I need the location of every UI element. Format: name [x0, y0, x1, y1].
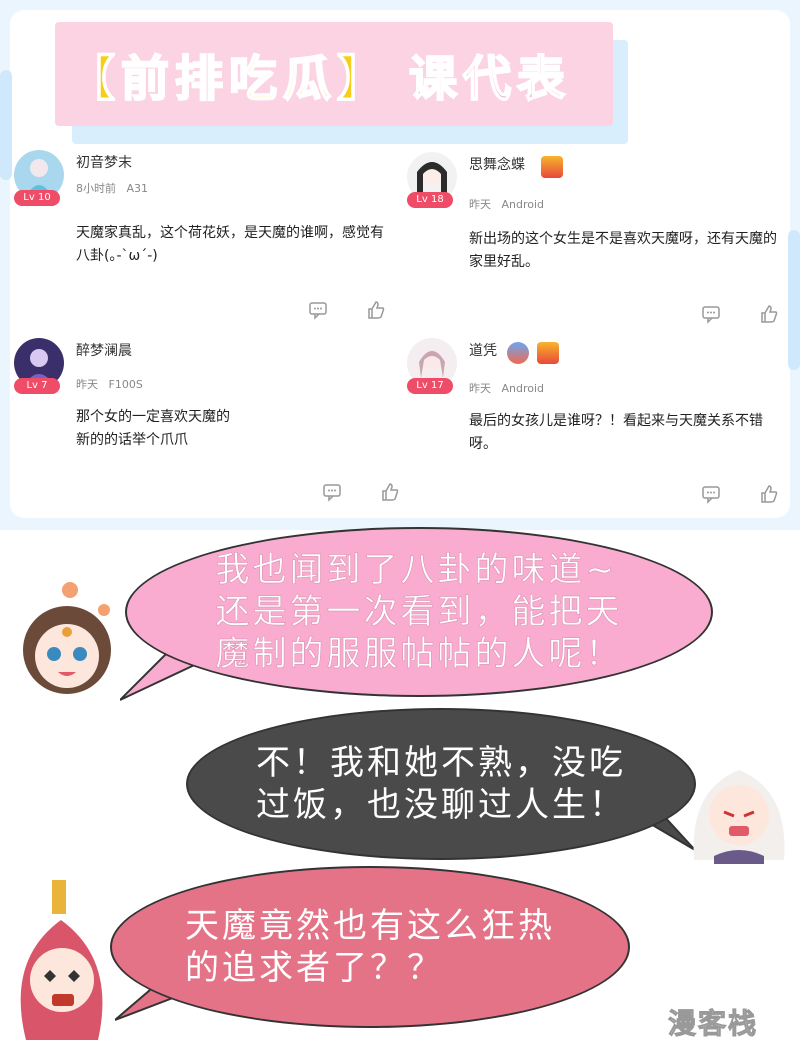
- username[interactable]: 道凭: [469, 340, 497, 360]
- fan-badge: [507, 342, 529, 364]
- comment-text: 最后的女孩儿是谁呀？！看起来与天魔关系不错呀。: [469, 413, 763, 452]
- reply-icon[interactable]: [701, 304, 721, 324]
- level-badge: Lv 7: [14, 378, 60, 394]
- side-decoration: [0, 70, 12, 180]
- post-meta: 昨天 F100S: [76, 376, 143, 392]
- post-device: F100S: [108, 378, 143, 391]
- page-title: 【前排吃瓜】 课代表: [55, 22, 613, 126]
- post-time: 昨天: [76, 378, 98, 391]
- like-icon[interactable]: [366, 300, 386, 320]
- like-icon[interactable]: [759, 304, 779, 324]
- level-badge: Lv 18: [407, 192, 453, 208]
- like-icon[interactable]: [380, 482, 400, 502]
- bubble-text: 天魔竟然也有这么狂热 的追求者了？？: [185, 906, 555, 988]
- post-device: Android: [501, 198, 545, 211]
- watermark-logo: 漫客栈: [667, 1007, 759, 1041]
- comment-card: Lv 18 思舞念蝶 昨天 Android 新出场的这个女生是不是喜欢天魔呀，还…: [407, 152, 787, 332]
- bubble-text: 我也闻到了八卦的味道~ 还是第一次看到，能把天 魔制的服服帖帖的人呢！: [215, 550, 623, 675]
- speech-bubble: 天魔竟然也有这么狂热 的追求者了？？: [110, 866, 630, 1028]
- comment-actions: [701, 484, 779, 504]
- username[interactable]: 醉梦澜晨: [76, 340, 132, 360]
- comment-card: Lv 7 醉梦澜晨 昨天 F100S 那个女的一定喜欢天魔的 新的的话举个爪爪: [14, 338, 399, 518]
- speech-bubble: 我也闻到了八卦的味道~ 还是第一次看到，能把天 魔制的服服帖帖的人呢！: [125, 527, 713, 697]
- comment-actions: [322, 482, 400, 502]
- reply-icon[interactable]: [322, 482, 342, 502]
- post-time: 昨天: [469, 198, 491, 211]
- comment-card: Lv 17 道凭 昨天 Android 最后的女孩儿是谁呀？！看起来与天魔关系不…: [407, 338, 787, 518]
- title-sub: 课代表: [408, 50, 572, 108]
- post-device: A31: [126, 182, 149, 195]
- post-meta: 昨天 Android: [469, 380, 544, 396]
- side-decoration: [788, 230, 800, 370]
- post-meta: 昨天 Android: [469, 196, 544, 212]
- comment-actions: [308, 300, 386, 320]
- fan-badge: [541, 156, 563, 178]
- bubble-text: 不！我和她不熟，没吃 过饭，也没聊过人生！: [256, 743, 626, 825]
- username[interactable]: 思舞念蝶: [469, 154, 525, 174]
- comment-text: 那个女的一定喜欢天魔的 新的的话举个爪爪: [76, 409, 230, 448]
- post-device: Android: [501, 382, 545, 395]
- comment-text: 新出场的这个女生是不是喜欢天魔呀，还有天魔的家里好乱。: [469, 231, 777, 270]
- post-time: 8小时前: [76, 182, 116, 195]
- comment-card: Lv 10 初音梦末 8小时前 A31 天魔家真乱，这个荷花妖，是天魔的谁啊，感…: [14, 150, 394, 330]
- level-badge: Lv 17: [407, 378, 453, 394]
- reply-icon[interactable]: [701, 484, 721, 504]
- comment-text: 天魔家真乱，这个荷花妖，是天魔的谁啊，感觉有八卦(｡-`ω´-): [76, 225, 384, 264]
- post-meta: 8小时前 A31: [76, 180, 148, 196]
- like-icon[interactable]: [759, 484, 779, 504]
- comment-actions: [701, 304, 779, 324]
- username[interactable]: 初音梦末: [76, 152, 132, 172]
- fan-badge: [537, 342, 559, 364]
- reply-icon[interactable]: [308, 300, 328, 320]
- level-badge: Lv 10: [14, 190, 60, 206]
- character-red-hair-portrait: [20, 880, 103, 1040]
- character-white-hair-portrait: [693, 770, 785, 864]
- title-main: 【前排吃瓜】: [66, 50, 392, 108]
- character-girl-portrait: [23, 582, 111, 694]
- speech-bubble: 不！我和她不熟，没吃 过饭，也没聊过人生！: [186, 708, 696, 860]
- post-time: 昨天: [469, 382, 491, 395]
